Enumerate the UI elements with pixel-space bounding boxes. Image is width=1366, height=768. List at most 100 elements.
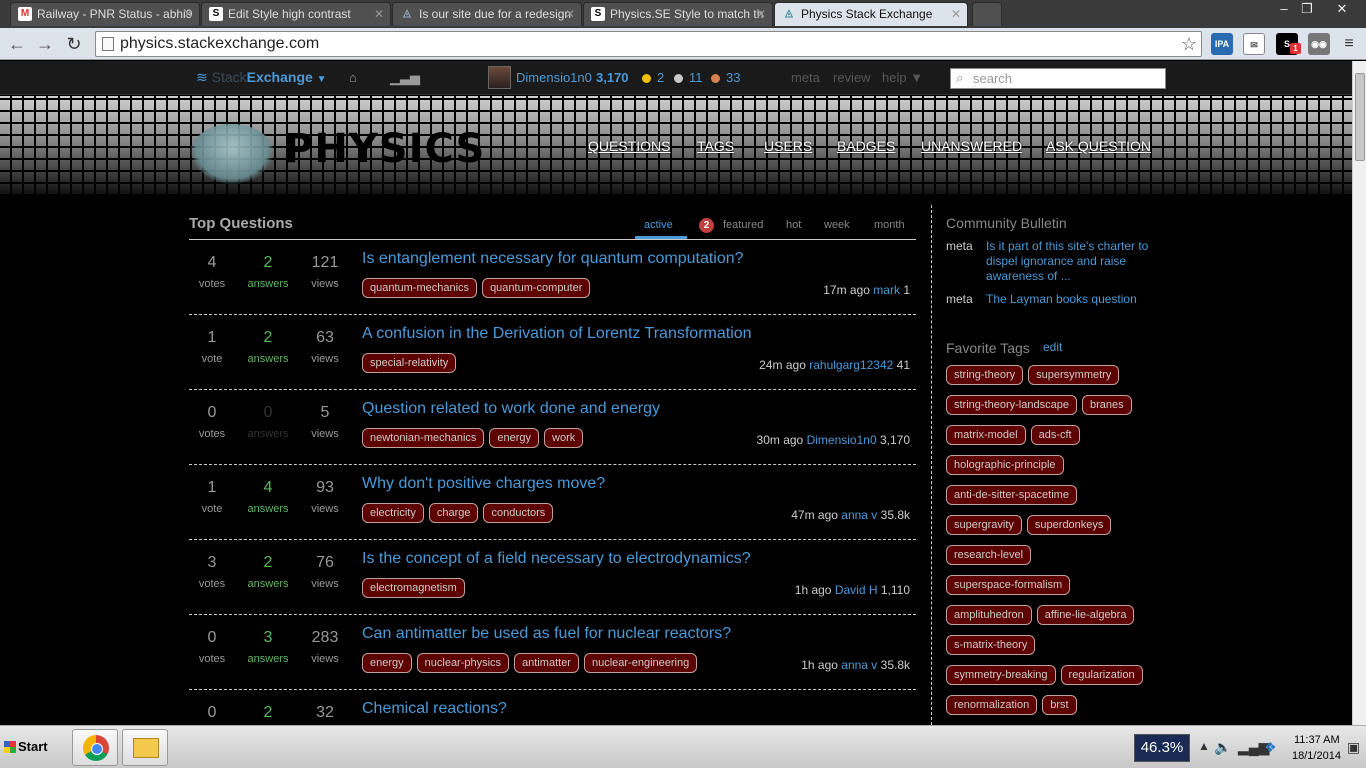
favorite-tag[interactable]: superspace-formalism (946, 575, 1071, 595)
question-time[interactable]: 17m ago (823, 283, 870, 297)
question-tag[interactable]: electromagnetism (362, 578, 465, 598)
question-user-link[interactable]: mark (873, 283, 900, 297)
tab-active[interactable]: active (644, 219, 673, 231)
favorite-tag[interactable]: anti-de-sitter-spacetime (946, 485, 1077, 505)
bulletin-link[interactable]: The Layman books question (986, 292, 1161, 307)
favorite-tag[interactable]: ads-cft (1030, 425, 1080, 445)
cpu-meter[interactable]: 46.3% (1134, 734, 1190, 762)
question-tag[interactable]: electricity (362, 503, 424, 523)
question-tag[interactable]: quantum-mechanics (362, 278, 478, 298)
favorite-tag[interactable]: superdonkeys (1026, 515, 1112, 535)
meta-link[interactable]: meta (791, 70, 820, 85)
question-tag[interactable]: special-relativity (362, 353, 457, 373)
question-tag[interactable]: newtonian-mechanics (362, 428, 485, 448)
question-title-link[interactable]: A confusion in the Derivation of Lorentz… (362, 325, 752, 343)
nav-users[interactable]: USERS (764, 138, 812, 154)
tab-physics-se[interactable]: ◬ Physics Stack Exchange ✕ (774, 2, 968, 26)
tab-close-icon[interactable]: ✕ (183, 3, 193, 25)
volume-icon[interactable]: 🔈 (1214, 739, 1231, 756)
question-user-link[interactable]: David H (835, 583, 878, 597)
username-link[interactable]: Dimensio1n0 (516, 70, 592, 85)
nav-tags[interactable]: TAGS (697, 138, 734, 154)
dropbox-icon[interactable]: ❖ (1264, 739, 1277, 756)
forward-arrow-icon[interactable]: → (34, 33, 56, 55)
favorite-tag[interactable]: string-theory (946, 365, 1024, 385)
taskbar-explorer[interactable] (122, 729, 168, 766)
favorite-tag[interactable]: amplituhedron (946, 605, 1032, 625)
favorite-tag[interactable]: holographic-principle (946, 455, 1064, 475)
new-tab-button[interactable] (972, 2, 1002, 26)
edit-favorite-tags-link[interactable]: edit (1043, 340, 1062, 354)
ipa-extension-icon[interactable]: IPA (1211, 33, 1233, 55)
question-title-link[interactable]: Is entanglement necessary for quantum co… (362, 250, 744, 268)
question-tag[interactable]: work (544, 428, 584, 448)
review-link[interactable]: review (833, 70, 871, 85)
back-arrow-icon[interactable]: ← (6, 33, 28, 55)
favorite-tag[interactable]: string-theory-landscape (946, 395, 1077, 415)
menu-icon[interactable]: ≡ (1338, 33, 1360, 55)
question-tag[interactable]: nuclear-physics (416, 653, 510, 673)
tab-close-icon[interactable]: ✕ (565, 3, 575, 25)
question-user-link[interactable]: rahulgarg12342 (809, 358, 893, 372)
taskbar-chrome[interactable] (72, 729, 118, 766)
question-title-link[interactable]: Chemical reactions? (362, 700, 507, 718)
question-time[interactable]: 1h ago (801, 658, 838, 672)
favorite-tag[interactable]: research-level (946, 545, 1032, 565)
address-bar[interactable]: physics.stackexchange.com ☆ (95, 31, 1202, 57)
question-time[interactable]: 47m ago (791, 508, 838, 522)
stackexchange-menu[interactable]: ≋ StackExchange ▼ (196, 69, 327, 86)
close-window-button[interactable]: ✕ (1322, 0, 1362, 20)
physics-logo-icon[interactable] (190, 124, 274, 184)
favorite-tag[interactable]: s-matrix-theory (946, 635, 1036, 655)
question-user-link[interactable]: Dimensio1n0 (807, 433, 877, 447)
start-button[interactable]: Start (2, 733, 54, 761)
bulletin-link[interactable]: Is it part of this site's charter to dis… (986, 239, 1161, 284)
tab-week[interactable]: week (824, 219, 850, 231)
question-tag[interactable]: conductors (483, 503, 554, 523)
avatar[interactable] (488, 66, 511, 89)
tab-close-icon[interactable]: ✕ (756, 3, 766, 25)
question-time[interactable]: 24m ago (759, 358, 806, 372)
question-title-link[interactable]: Is the concept of a field necessary to e… (362, 550, 751, 568)
nav-questions[interactable]: QUESTIONS (588, 138, 670, 154)
achievements-icon[interactable]: ▁▃▅ (390, 70, 420, 86)
favorite-tag[interactable]: supersymmetry (1028, 365, 1120, 385)
tab-physics-style[interactable]: S Physics.SE Style to match th ✕ (583, 2, 773, 26)
gmail-checker-icon[interactable]: ✉ (1243, 33, 1265, 55)
tab-railway[interactable]: M Railway - PNR Status - abhi9 ✕ (10, 2, 200, 26)
reload-icon[interactable]: ↻ (63, 33, 85, 55)
inbox-icon[interactable]: ⌂ (349, 70, 357, 85)
question-title-link[interactable]: Why don't positive charges move? (362, 475, 605, 493)
favorite-tag[interactable]: renormalization (946, 695, 1038, 715)
site-title[interactable]: PHYSICS (284, 126, 485, 172)
tab-redesign[interactable]: ◬ Is our site due for a redesign ✕ (392, 2, 582, 26)
question-tag[interactable]: nuclear-engineering (583, 653, 698, 673)
favorite-tag[interactable]: supergravity (946, 515, 1022, 535)
favorite-tag[interactable]: affine-lie-algebra (1036, 605, 1135, 625)
tray-expand-icon[interactable]: ▲ (1198, 739, 1210, 753)
favorite-tag[interactable]: regularization (1060, 665, 1143, 685)
nav-ask-question[interactable]: ASK QUESTION (1046, 138, 1151, 154)
page-scrollbar[interactable] (1352, 61, 1366, 725)
tab-edit-style[interactable]: S Edit Style high contrast ✕ (201, 2, 391, 26)
question-tag[interactable]: quantum-computer (482, 278, 591, 298)
question-tag[interactable]: charge (428, 503, 479, 523)
tab-hot[interactable]: hot (786, 219, 801, 231)
favorite-tag[interactable]: symmetry-breaking (946, 665, 1056, 685)
question-tag[interactable]: antimatter (514, 653, 579, 673)
bookmark-star-icon[interactable]: ☆ (1181, 32, 1197, 56)
question-time[interactable]: 30m ago (757, 433, 804, 447)
maximize-button[interactable]: ❐ (1293, 0, 1321, 20)
help-link[interactable]: help ▼ (882, 70, 923, 85)
favorite-tag[interactable]: matrix-model (946, 425, 1026, 445)
question-user-link[interactable]: anna v (841, 658, 877, 672)
question-time[interactable]: 1h ago (795, 583, 832, 597)
tab-month[interactable]: month (874, 219, 905, 231)
favorite-tag[interactable]: brst (1042, 695, 1077, 715)
question-tag[interactable]: energy (362, 653, 412, 673)
tab-close-icon[interactable]: ✕ (951, 3, 961, 25)
incognito-icon[interactable]: ◉◉ (1308, 33, 1330, 55)
nav-badges[interactable]: BADGES (837, 138, 895, 154)
scrollbar-thumb[interactable] (1355, 73, 1365, 161)
tab-featured[interactable]: featured (723, 219, 763, 231)
